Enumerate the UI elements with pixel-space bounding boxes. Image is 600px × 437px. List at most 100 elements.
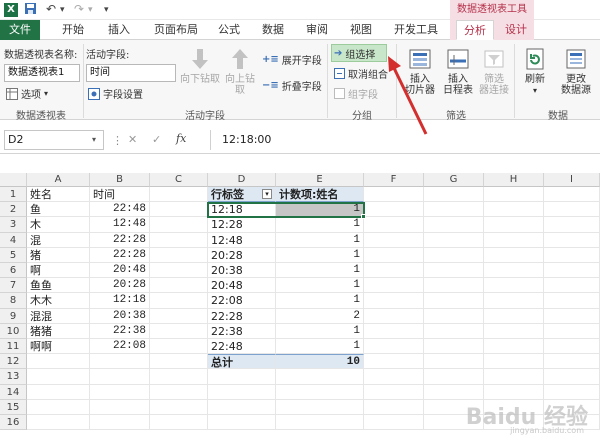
name-cell[interactable]: 混混 <box>27 308 90 324</box>
grid-cell[interactable] <box>544 217 600 233</box>
time-cell[interactable]: 12:48 <box>90 217 150 233</box>
grid-cell[interactable] <box>364 232 424 248</box>
pivot-row-label[interactable]: 20:38 <box>208 263 276 279</box>
grid-cell[interactable] <box>150 217 208 233</box>
pivot-count-cell[interactable]: 1 <box>276 278 364 294</box>
fill-handle[interactable] <box>361 214 366 220</box>
select-all-corner[interactable] <box>0 173 27 187</box>
grid-cell[interactable] <box>484 263 544 279</box>
name-cell[interactable]: 啊 <box>27 263 90 279</box>
pivot-count-header[interactable]: 计数项:姓名 <box>276 187 364 203</box>
active-field-input[interactable]: 时间 <box>86 64 176 82</box>
name-cell[interactable]: 鱼鱼 <box>27 278 90 294</box>
pivot-row-label[interactable]: 12:28 <box>208 217 276 233</box>
column-header-i[interactable]: I <box>544 173 600 187</box>
row-header[interactable]: 10 <box>0 323 27 339</box>
grid-cell[interactable] <box>544 339 600 355</box>
grid-cell[interactable] <box>90 369 150 385</box>
pivot-row-label[interactable]: 22:28 <box>208 308 276 324</box>
grid-cell[interactable] <box>90 354 150 370</box>
redo-icon[interactable]: ↷ <box>74 2 84 16</box>
time-cell[interactable]: 20:38 <box>90 308 150 324</box>
redo-dropdown-icon[interactable]: ▾ <box>88 5 93 15</box>
grid-cell[interactable] <box>27 399 90 415</box>
tab-data[interactable]: 数据 <box>258 20 288 40</box>
grid-cell[interactable] <box>544 369 600 385</box>
field-settings-button[interactable]: 字段设置 <box>88 86 143 101</box>
grid-cell[interactable] <box>484 187 544 203</box>
row-header[interactable]: 1 <box>0 187 27 203</box>
name-box-dropdown-icon[interactable]: ▾ <box>92 135 96 144</box>
grid-cell[interactable] <box>484 354 544 370</box>
grid-cell[interactable] <box>150 263 208 279</box>
cancel-icon[interactable]: ✕ <box>128 133 137 146</box>
tab-review[interactable]: 审阅 <box>302 20 332 40</box>
tab-design[interactable]: 设计 <box>500 20 532 40</box>
grid-cell[interactable] <box>424 247 484 263</box>
row-header[interactable]: 5 <box>0 247 27 263</box>
row-header[interactable]: 9 <box>0 308 27 324</box>
grid-cell[interactable] <box>364 202 424 218</box>
grid-cell[interactable] <box>424 308 484 324</box>
collapse-field-button[interactable]: −≡ 折叠字段 <box>262 78 322 93</box>
tab-developer[interactable]: 开发工具 <box>390 20 442 40</box>
grid-cell[interactable] <box>90 399 150 415</box>
grid-cell[interactable] <box>364 399 424 415</box>
grid-cell[interactable] <box>544 232 600 248</box>
formula-bar-more-icon[interactable]: ⋮ <box>112 134 123 147</box>
grid-cell[interactable] <box>424 187 484 203</box>
grid-cell[interactable] <box>544 384 600 400</box>
row-header[interactable]: 12 <box>0 354 27 370</box>
tab-file[interactable]: 文件 <box>0 20 40 40</box>
grid-cell[interactable] <box>424 354 484 370</box>
pivot-row-label-header[interactable]: 行标签 ▾ <box>208 187 276 203</box>
grid-cell[interactable] <box>424 293 484 309</box>
grid-cell[interactable] <box>276 384 364 400</box>
column-header-g[interactable]: G <box>424 173 484 187</box>
pivot-count-cell[interactable]: 1 <box>276 323 364 339</box>
group-selection-button[interactable]: ➔ 组选择 <box>334 46 375 61</box>
grid-cell[interactable] <box>364 263 424 279</box>
grid-cell[interactable] <box>208 384 276 400</box>
name-cell[interactable]: 木 <box>27 217 90 233</box>
grid-cell[interactable] <box>364 293 424 309</box>
options-button[interactable]: 选项 ▾ <box>6 86 48 101</box>
grid-cell[interactable] <box>424 278 484 294</box>
grid-cell[interactable] <box>484 247 544 263</box>
pivot-count-cell[interactable]: 1 <box>276 293 364 309</box>
grid-cell[interactable] <box>544 263 600 279</box>
insert-slicer-button[interactable]: 插入 切片器 <box>400 46 440 96</box>
tab-page-layout[interactable]: 页面布局 <box>148 20 204 40</box>
grid-cell[interactable] <box>544 293 600 309</box>
grid-cell[interactable] <box>150 202 208 218</box>
undo-dropdown-icon[interactable]: ▾ <box>60 5 65 15</box>
grid-cell[interactable] <box>364 187 424 203</box>
row-header[interactable]: 7 <box>0 278 27 294</box>
row-header[interactable]: 11 <box>0 339 27 355</box>
pivot-count-cell[interactable]: 1 <box>276 247 364 263</box>
time-cell[interactable]: 22:08 <box>90 339 150 355</box>
grid-cell[interactable] <box>150 415 208 431</box>
pivot-count-cell[interactable]: 1 <box>276 217 364 233</box>
grid-cell[interactable] <box>27 415 90 431</box>
pivot-count-cell[interactable]: 1 <box>276 339 364 355</box>
grid-cell[interactable] <box>424 217 484 233</box>
name-cell[interactable]: 木木 <box>27 293 90 309</box>
name-cell[interactable]: 猪 <box>27 247 90 263</box>
grid-cell[interactable] <box>90 384 150 400</box>
grid-cell[interactable] <box>484 384 544 400</box>
tab-formulas[interactable]: 公式 <box>214 20 244 40</box>
grid-cell[interactable] <box>544 278 600 294</box>
grid-cell[interactable] <box>150 323 208 339</box>
pivot-count-cell[interactable]: 1 <box>276 232 364 248</box>
pivot-count-cell[interactable]: 2 <box>276 308 364 324</box>
grid-cell[interactable] <box>150 247 208 263</box>
grid-cell[interactable] <box>544 354 600 370</box>
time-cell[interactable]: 20:28 <box>90 278 150 294</box>
grid-cell[interactable] <box>150 384 208 400</box>
formula-input[interactable]: 12:18:00 <box>222 133 271 146</box>
row-header[interactable]: 4 <box>0 232 27 248</box>
grid-cell[interactable] <box>484 202 544 218</box>
grid-cell[interactable] <box>27 354 90 370</box>
grid-cell[interactable] <box>276 399 364 415</box>
